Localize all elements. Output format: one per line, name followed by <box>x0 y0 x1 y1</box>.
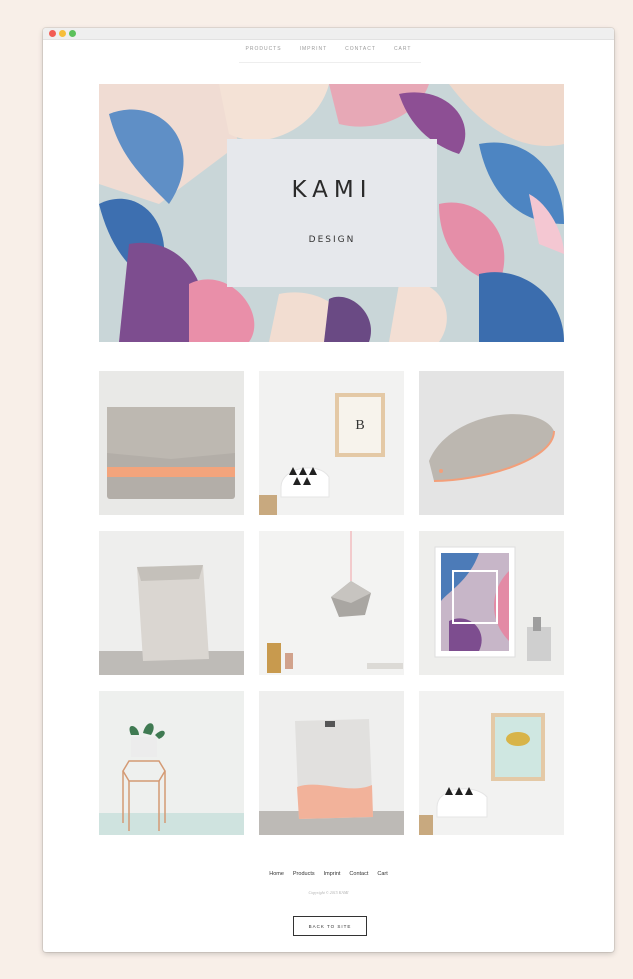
product-image-plant-stand <box>99 691 244 835</box>
browser-window: PRODUCTS IMPRINT CONTACT CART KAMI DESIG… <box>43 28 614 952</box>
brand-subtitle: DESIGN <box>308 235 356 245</box>
product-image-clutch <box>99 371 244 515</box>
product-tile-clutch[interactable] <box>99 371 244 515</box>
footer-link-home[interactable]: Home <box>269 871 284 877</box>
product-image-dipped-bag <box>259 691 404 835</box>
back-to-site-button[interactable]: BACK TO SITE <box>293 916 367 936</box>
zoom-window-button[interactable] <box>69 30 76 37</box>
footer-link-contact[interactable]: Contact <box>349 871 368 877</box>
product-image-hello-print <box>419 531 564 675</box>
product-tile-dipped-bag[interactable] <box>259 691 404 835</box>
product-tile-paper-bag[interactable] <box>99 531 244 675</box>
window-titlebar <box>43 28 614 40</box>
footer-navigation: Home Products Imprint Contact Cart <box>43 871 614 877</box>
product-tile-glasses-case[interactable] <box>419 371 564 515</box>
hero-title-box: KAMI DESIGN <box>227 139 437 287</box>
product-image-cloud-print <box>419 691 564 835</box>
svg-text:B: B <box>355 418 364 433</box>
nav-contact[interactable]: CONTACT <box>345 46 376 52</box>
product-image-paper-bag <box>99 531 244 675</box>
nav-imprint[interactable]: IMPRINT <box>300 46 328 52</box>
nav-products[interactable]: PRODUCTS <box>246 46 282 52</box>
product-tile-pendant-lamp[interactable] <box>259 531 404 675</box>
footer-link-imprint[interactable]: Imprint <box>324 871 341 877</box>
footer-link-products[interactable]: Products <box>293 871 315 877</box>
product-tile-plant-stand[interactable] <box>99 691 244 835</box>
minimize-window-button[interactable] <box>59 30 66 37</box>
product-image-glasses-case <box>419 371 564 515</box>
nav-cart[interactable]: CART <box>394 46 412 52</box>
product-image-pendant-lamp <box>259 531 404 675</box>
top-navigation: PRODUCTS IMPRINT CONTACT CART <box>43 46 614 52</box>
nav-divider <box>239 62 421 63</box>
product-tile-hello-print[interactable] <box>419 531 564 675</box>
product-tile-cloud-print[interactable] <box>419 691 564 835</box>
hero-banner: KAMI DESIGN <box>99 84 564 342</box>
close-window-button[interactable] <box>49 30 56 37</box>
copyright-text: Copyright © 2015 KAMI <box>308 890 349 895</box>
brand-title: KAMI <box>291 177 373 203</box>
footer-link-cart[interactable]: Cart <box>377 871 387 877</box>
product-image-layback-print: B <box>259 371 404 515</box>
product-tile-layback-print[interactable]: B <box>259 371 404 515</box>
